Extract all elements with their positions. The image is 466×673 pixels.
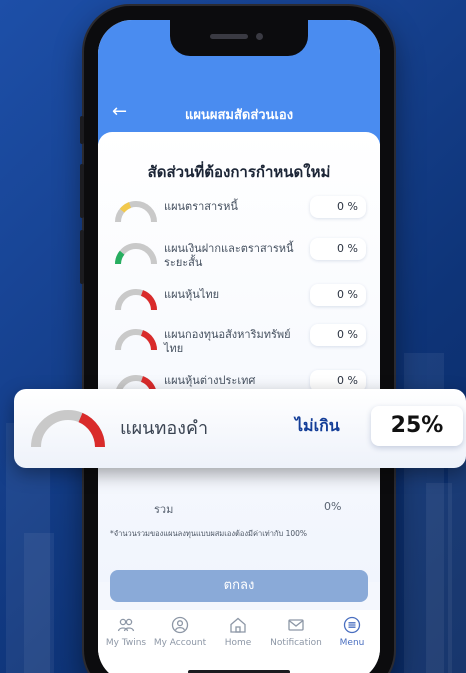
phone-screen: ← แผนผสมสัดส่วนเอง สัดส่วนที่ต้องการกำหน… [98,20,380,673]
plan-label: แผนเงินฝากและตราสารหนี้ระยะสั้น [164,242,294,269]
nav-label: Notification [270,638,322,648]
notch [170,20,308,56]
plan-row-thai-equity: แผนหุ้นไทย 0 % [98,284,380,322]
gauge-icon [31,410,106,448]
total-label: รวม [154,503,174,516]
gauge-icon [115,201,157,223]
nav-item-home[interactable]: Home [210,616,266,648]
bottom-nav: My Twins My Account Home Notification Me… [98,610,380,673]
plan-percent-input[interactable]: 0 % [310,238,366,260]
plan-label: แผนกองทุนอสังหาริมทรัพย์ไทย [164,328,291,355]
max-percent-value: 25% [371,406,463,446]
page-title: แผนผสมสัดส่วนเอง [184,108,294,123]
total-value: 0% [324,500,342,513]
menu-icon [343,616,361,634]
gauge-icon [115,243,157,265]
plan-row-bond: แผนตราสารหนี้ 0 % [98,196,380,234]
plan-label: แผนทองคำ [120,418,209,439]
allocation-panel: สัดส่วนที่ต้องการกำหนดใหม่ แผนตราสารหนี้… [98,132,380,582]
gauge-icon [115,329,158,351]
plan-label: แผนหุ้นต่างประเทศ [164,374,256,387]
plan-percent-input[interactable]: 0 % [310,284,366,306]
nav-label: My Twins [105,638,147,648]
confirm-button[interactable]: ตกลง [110,570,368,602]
nav-label: My Account [153,638,207,648]
plan-label: แผนหุ้นไทย [164,288,220,301]
plan-row-thai-property: แผนกองทุนอสังหาริมทรัพย์ไทย 0 % [98,324,380,362]
nav-label: Home [224,638,252,648]
nav-item-my-account[interactable]: My Account [152,616,208,648]
plan-percent-input[interactable]: 0 % [310,324,366,346]
limit-text: ไม่เกิน [295,416,340,435]
gauge-icon [115,289,158,311]
account-icon [171,616,189,634]
nav-item-menu[interactable]: Menu [324,616,380,648]
plan-percent-input[interactable]: 0 % [310,196,366,218]
footnote: *จำนวนรวมของแผนลงทุนแบบผสมเองต้องมีค่าเท… [110,529,308,538]
nav-item-notification[interactable]: Notification [268,616,324,648]
phone-frame: ← แผนผสมสัดส่วนเอง สัดส่วนที่ต้องการกำหน… [80,6,394,673]
people-icon [117,618,135,632]
section-title: สัดส่วนที่ต้องการกำหนดใหม่ [147,163,331,181]
home-icon [230,617,246,633]
nav-item-my-twins[interactable]: My Twins [98,616,154,648]
plan-row-deposit: แผนเงินฝากและตราสารหนี้ระยะสั้น 0 % [98,238,380,276]
plan-label: แผนตราสารหนี้ [164,200,238,213]
gold-plan-highlight: แผนทองคำ ไม่เกิน 25% [14,389,466,468]
mail-icon [288,619,304,631]
nav-label: Menu [339,638,365,648]
